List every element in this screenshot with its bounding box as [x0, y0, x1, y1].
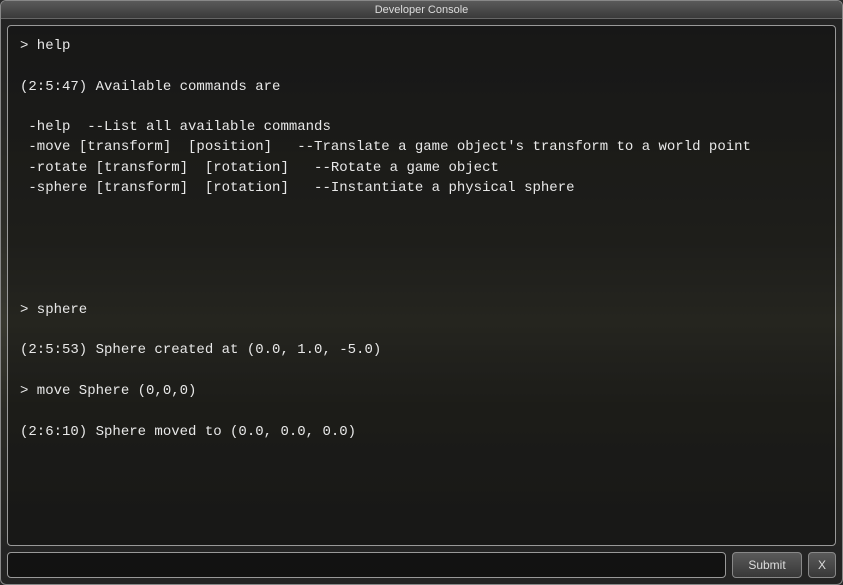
close-button[interactable]: X	[808, 552, 836, 578]
console-window: Developer Console > help (2:5:47) Availa…	[0, 0, 843, 585]
bottom-bar: Submit X	[7, 552, 836, 578]
window-title: Developer Console	[375, 4, 469, 16]
console-output[interactable]: > help (2:5:47) Available commands are -…	[7, 25, 836, 546]
content-area: > help (2:5:47) Available commands are -…	[1, 19, 842, 584]
submit-button[interactable]: Submit	[732, 552, 802, 578]
titlebar: Developer Console	[1, 1, 842, 19]
command-input[interactable]	[7, 552, 726, 578]
